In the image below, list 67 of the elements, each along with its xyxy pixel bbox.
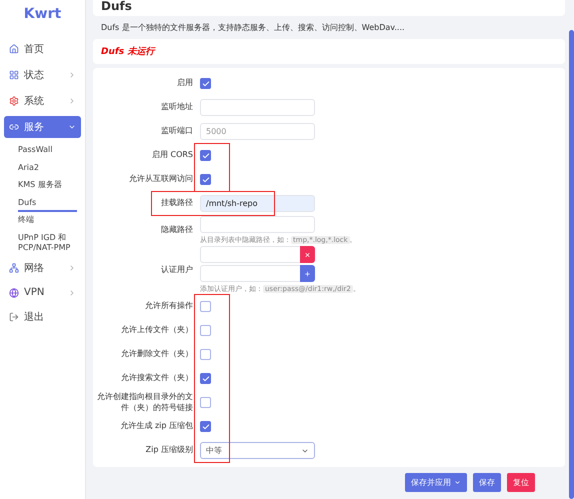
input-field[interactable] [200,216,315,233]
nav-item[interactable]: 网络 [4,257,81,280]
page-title: Dufs [93,0,565,16]
field-label: 挂载路径 [160,198,193,209]
status-text: Dufs 未运行 [93,39,565,64]
checkbox[interactable] [200,373,211,384]
field-label: 允许创建指向根目录外的文件（夹）的符号链接 [96,392,193,413]
checkbox[interactable] [200,174,211,185]
nav-item[interactable]: 退出 [4,306,81,328]
action-button[interactable]: 保存并应用 [405,473,467,492]
input-field[interactable] [200,265,300,282]
chevron-right-icon [68,97,76,105]
field-label: 允许从互联网访问 [128,174,193,185]
input-field[interactable] [200,246,300,263]
nav-subitem[interactable]: 终端 [18,212,77,230]
field-label: 允许上传文件（夹） [120,325,193,336]
select-field[interactable]: 中等 [200,442,315,459]
nav-item[interactable]: 状态 [4,64,81,86]
nav-subitem[interactable]: KMS 服务器 [18,177,77,195]
nav-item[interactable]: 首页 [4,38,81,60]
grid-icon [9,70,19,80]
globe-icon [9,288,19,298]
checkbox[interactable] [200,325,211,336]
input-field[interactable] [200,99,315,116]
nav-item[interactable]: VPN [4,283,81,302]
checkbox[interactable] [200,349,211,360]
field-label: 允许生成 zip 压缩包 [119,421,193,432]
field-label: 监听地址 [160,102,193,113]
nav-item[interactable]: 服务 [4,116,81,138]
field-label: 启用 [176,78,193,89]
field-label: 允许删除文件（夹） [120,349,193,360]
input-field[interactable]: /mnt/sh-repo [200,195,315,212]
checkbox[interactable] [200,397,211,408]
description: Dufs 是一个独特的文件服务器，支持静态服务、上传、搜索、访问控制、WebDav.... [100,22,406,34]
field-label: 启用 CORS [150,150,193,161]
action-button[interactable]: 复位 [507,473,535,492]
nav-item[interactable]: 系统 [4,90,81,112]
chevron-right-icon [68,264,76,272]
checkbox[interactable] [200,78,211,89]
field-label: 监听端口 [160,126,193,137]
field-label: 允许搜索文件（夹） [120,373,193,384]
input-field[interactable]: 5000 [200,123,315,140]
logo: Kwrt [22,6,62,22]
field-label: 认证用户 [160,264,193,276]
nav-subitem[interactable]: PassWall [18,142,77,160]
checkbox[interactable] [200,150,211,161]
checkbox[interactable] [200,301,211,312]
chevron-down-icon [68,123,76,131]
add-button[interactable]: + [300,265,315,282]
field-label: Zip 压缩级别 [144,445,193,456]
nav-subitem[interactable]: UPnP IGD 和 PCP/NAT-PMP [18,230,77,258]
gear-icon [9,96,19,106]
checkbox[interactable] [200,421,211,432]
logout-icon [9,312,19,322]
field-label: 允许所有操作 [144,301,193,312]
field-label: 隐藏路径 [160,225,193,236]
nav-subitem[interactable]: Dufs [18,194,77,212]
home-icon [9,44,19,54]
nav-subitem[interactable]: Aria2 [18,160,77,178]
caret-icon [454,479,461,486]
link-icon [9,122,19,132]
remove-button[interactable]: × [300,246,315,263]
action-button[interactable]: 保存 [473,473,501,492]
chevron-right-icon [68,71,76,79]
scrollbar-thumb[interactable] [569,30,574,499]
network-icon [9,263,19,274]
chevron-right-icon [68,288,76,297]
